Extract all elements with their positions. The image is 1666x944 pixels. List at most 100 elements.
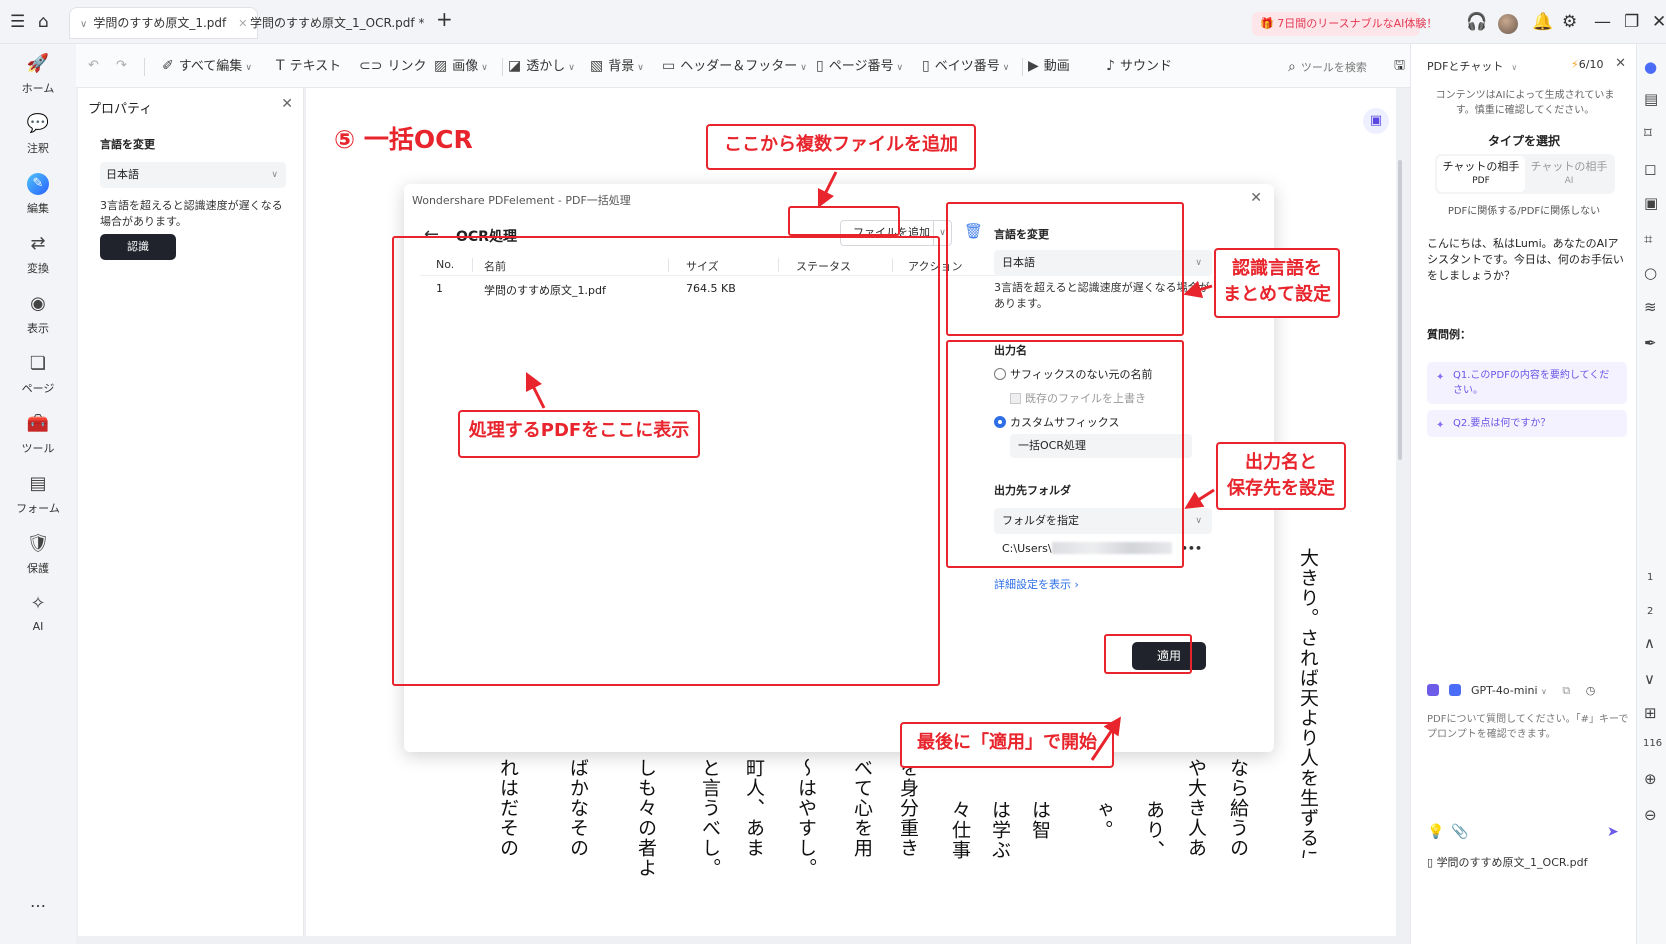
- nav-form[interactable]: ▤ フォーム: [0, 472, 76, 516]
- toolbar-divider: [1022, 58, 1023, 76]
- header-footer-button[interactable]: ▭ ヘッダー＆フッター ∨: [662, 57, 807, 77]
- comment-icon[interactable]: ◻: [1644, 160, 1656, 178]
- nav-home[interactable]: 🚀 ホーム: [0, 52, 76, 96]
- model-select[interactable]: GPT-4o-mini ∨ ⧉ ◷: [1427, 684, 1627, 704]
- restore-icon[interactable]: ❐: [1624, 13, 1639, 31]
- nav-pages[interactable]: ❏ ページ: [0, 352, 76, 396]
- home-icon[interactable]: ⌂: [38, 13, 49, 31]
- page-number-button[interactable]: ▯ ページ番号 ∨: [816, 57, 903, 77]
- image-button[interactable]: ▨ 画像 ∨: [434, 57, 488, 77]
- chat-credit-count: ⚡6/10: [1571, 58, 1604, 71]
- ai-icon[interactable]: ●: [1644, 58, 1657, 76]
- clock-icon[interactable]: ◷: [1586, 684, 1596, 697]
- file-icon: ▯: [1427, 856, 1434, 869]
- language-note: 3言語を超えると認識速度が遅くなる場合があります。: [100, 199, 283, 228]
- bates-number-button[interactable]: ▯ ベイツ番号 ∨: [922, 57, 1009, 77]
- example-question[interactable]: ✦ Q1.このPDFの内容を要約してください。: [1427, 362, 1627, 404]
- more-options-icon[interactable]: •••: [1181, 536, 1202, 562]
- chat-input[interactable]: PDFについて質問してください。「#」キーでプロンプトを確認できます。: [1427, 712, 1631, 742]
- tab-document[interactable]: ∨ 学問のすすめ原文_1.pdf ✕: [70, 8, 258, 38]
- nav-convert[interactable]: ⇄ 変換: [0, 232, 76, 276]
- more-icon[interactable]: …: [0, 892, 76, 911]
- nav-comment[interactable]: 💬 注釈: [0, 112, 76, 156]
- tab-ocr-document[interactable]: 学問のすすめ原文_1_OCR.pdf *: [240, 8, 434, 38]
- avatar[interactable]: [1498, 14, 1518, 34]
- attachment-icon[interactable]: ⌗: [1644, 230, 1652, 248]
- sound-icon: ♪: [1106, 58, 1115, 74]
- document-text-column: しも々の者よ: [635, 758, 657, 878]
- add-tab-icon[interactable]: +: [436, 9, 453, 29]
- close-icon[interactable]: ✕: [1615, 56, 1626, 71]
- page-number-icon: ▯: [816, 58, 824, 74]
- text-button[interactable]: T テキスト: [276, 57, 341, 76]
- save-icon[interactable]: 🖫: [1394, 57, 1405, 75]
- zoom-out-icon[interactable]: ⊖: [1644, 806, 1657, 824]
- highlight-language: [946, 202, 1184, 336]
- close-icon[interactable]: ✕: [281, 96, 293, 112]
- callout-output: 出力名と 保存先を設定: [1216, 442, 1346, 510]
- language-select[interactable]: 日本語 ∨: [100, 162, 286, 188]
- chat-type-ai[interactable]: チャットの相手 AI: [1525, 156, 1613, 192]
- document-text-column: なら給うの: [1227, 758, 1249, 858]
- bell-icon[interactable]: 🔔: [1532, 13, 1553, 31]
- chat-type-pdf[interactable]: チャットの相手 PDF: [1437, 156, 1525, 192]
- layers-icon[interactable]: ≋: [1644, 298, 1657, 316]
- thumbnail-icon[interactable]: ▣: [1644, 194, 1658, 212]
- chat-attached-file: ▯ 学問のすすめ原文_1_OCR.pdf: [1427, 856, 1588, 869]
- scrollbar[interactable]: [1398, 160, 1402, 460]
- minimize-icon[interactable]: —: [1594, 13, 1611, 31]
- nav-edit[interactable]: ✎ 編集: [0, 172, 76, 216]
- fit-page-icon[interactable]: ⊞: [1644, 704, 1657, 722]
- document-text-column: ～はやすし。: [795, 758, 817, 878]
- comment-icon: 💬: [26, 113, 50, 134]
- menu-icon[interactable]: ☰: [10, 13, 25, 31]
- headset-icon[interactable]: 🎧: [1466, 13, 1487, 31]
- panel-icon[interactable]: ▤: [1644, 90, 1658, 108]
- search-tools-input[interactable]: ⌕ ツールを検索: [1288, 58, 1367, 77]
- nav-tools[interactable]: 🧰 ツール: [0, 412, 76, 456]
- bolt-icon: ⚡: [1571, 58, 1579, 71]
- chevron-down-icon: ∨: [637, 63, 644, 73]
- chevron-up-icon[interactable]: ∧: [1644, 634, 1655, 652]
- promo-banner[interactable]: 🎁 7日間のリースナブルなAI体験！: [1252, 12, 1437, 36]
- chevron-down-icon[interactable]: ∨: [1644, 670, 1655, 688]
- nav-view[interactable]: ◉ 表示: [0, 292, 76, 336]
- advanced-settings-link[interactable]: 詳細設定を表示 ›: [994, 576, 1079, 592]
- background-button[interactable]: ▧ 背景 ∨: [590, 57, 644, 77]
- search-icon[interactable]: ○: [1644, 264, 1657, 282]
- signature-icon[interactable]: ✒: [1644, 334, 1657, 352]
- video-button[interactable]: ▶ 動画: [1028, 57, 1070, 76]
- send-icon[interactable]: ➤: [1607, 824, 1619, 840]
- watermark-button[interactable]: ◪ 透かし ∨: [508, 57, 575, 77]
- undo-icon[interactable]: ↶: [88, 57, 99, 75]
- document-text-column: れはだその: [497, 758, 519, 858]
- highlight-add-file: [788, 206, 900, 236]
- chevron-down-icon: ∨: [80, 19, 88, 30]
- nav-protect[interactable]: 🛡 保護: [0, 532, 76, 576]
- gear-icon[interactable]: ⚙: [1562, 13, 1577, 31]
- toolbar-divider: [502, 58, 503, 76]
- close-icon[interactable]: ✕: [1250, 190, 1262, 206]
- history-icon[interactable]: ⧉: [1562, 684, 1570, 697]
- close-icon[interactable]: ✕: [1652, 13, 1666, 31]
- lightbulb-icon[interactable]: 💡: [1427, 824, 1444, 840]
- document-text-column: 町人、あま: [743, 758, 765, 858]
- sound-button[interactable]: ♪ サウンド: [1106, 57, 1172, 76]
- recognize-button[interactable]: 認識: [100, 234, 176, 260]
- ai-bag-icon[interactable]: ▣: [1363, 108, 1389, 134]
- redo-icon[interactable]: ↷: [116, 57, 127, 75]
- example-question[interactable]: ✦ Q2.要点は何ですか？: [1427, 410, 1627, 437]
- nav-ai[interactable]: ✧ AI: [0, 592, 76, 633]
- link-button[interactable]: ⊂⊃ リンク: [359, 57, 426, 76]
- chat-type-toggle: チャットの相手 PDF チャットの相手 AI: [1435, 154, 1615, 194]
- page-number: 2: [1647, 606, 1654, 617]
- edit-all-button[interactable]: ✐ すべて編集 ∨: [162, 57, 252, 77]
- chat-mode-select[interactable]: PDFとチャット ∨: [1427, 58, 1517, 74]
- zoom-in-icon[interactable]: ⊕: [1644, 770, 1657, 788]
- paperclip-icon[interactable]: 📎: [1451, 824, 1468, 840]
- toolbar-divider: [144, 58, 145, 76]
- chevron-down-icon: ∨: [800, 63, 807, 73]
- sparkle-icon: ✦: [1436, 372, 1445, 383]
- bookmark-icon[interactable]: ⌑: [1644, 124, 1652, 142]
- video-icon: ▶: [1028, 58, 1039, 74]
